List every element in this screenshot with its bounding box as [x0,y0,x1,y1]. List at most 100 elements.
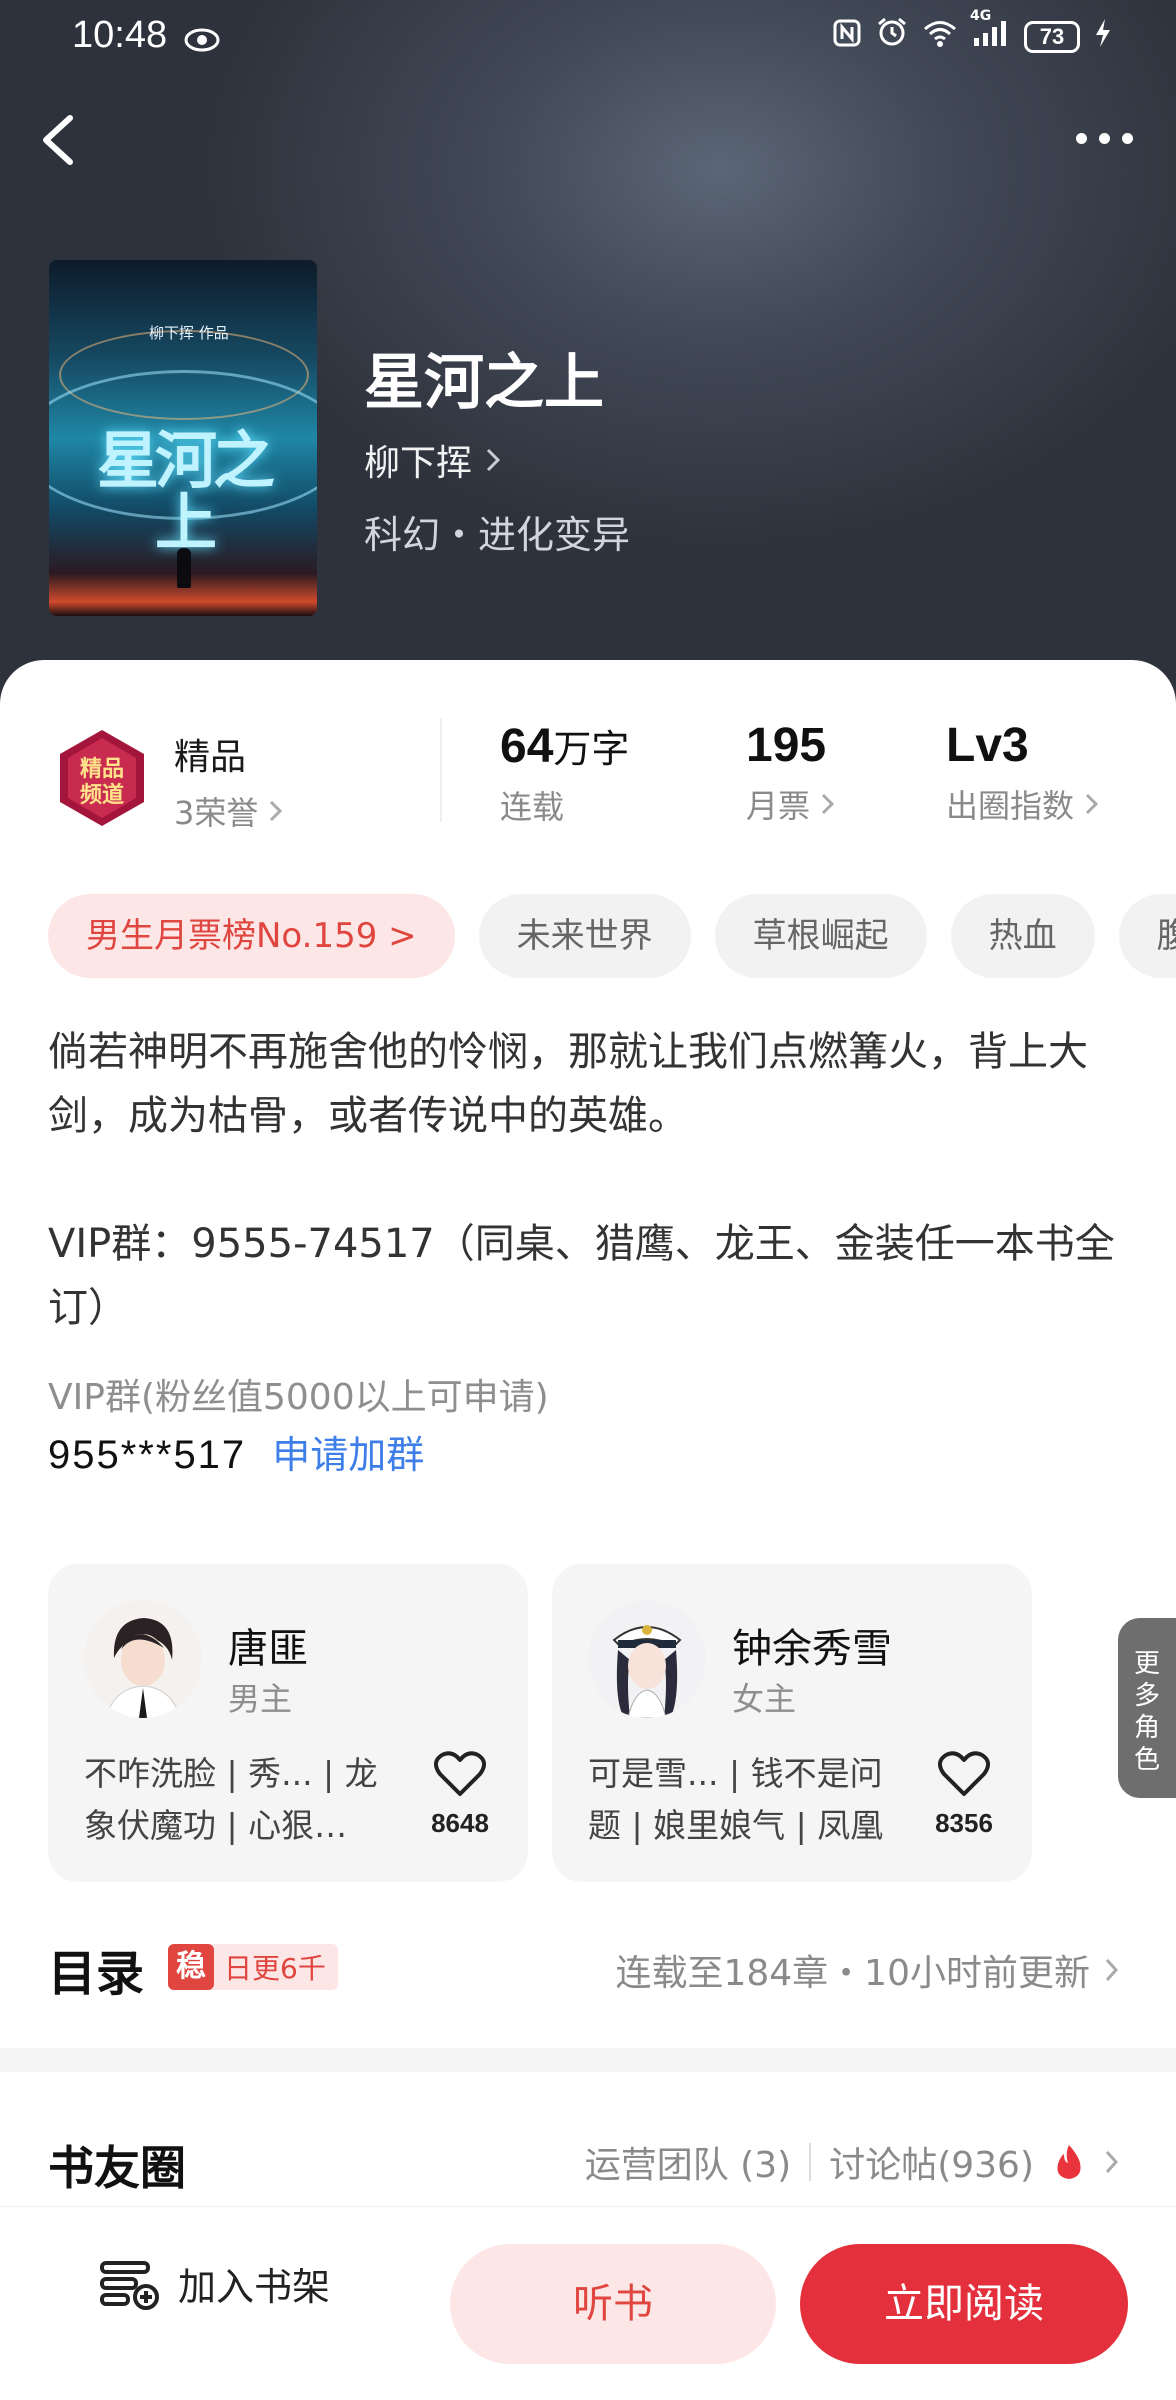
tag-item[interactable]: 腹 [1118,894,1176,978]
like-button[interactable]: 8648 [420,1750,500,1839]
character-name: 唐匪 [228,1626,308,1672]
toc-title[interactable]: 目录 [48,1934,144,2004]
join-group-link[interactable]: 申请加群 [272,1424,424,1479]
level-label: 出圈指数 [946,787,1075,825]
more-options-button[interactable] [1064,118,1144,158]
back-button[interactable] [30,104,94,176]
serial-status: 连载 [500,788,565,826]
tag-ranking[interactable]: 男生月票榜No.159 > [48,894,455,978]
level-value: Lv3 [946,719,1029,772]
character-avatar [84,1600,202,1718]
character-avatar [588,1600,706,1718]
description-line: 倘若神明不再施舍他的怜悯，那就让我们点燃篝火，背上大剑，成为枯骨，或者传说中的英… [48,1029,1088,1139]
like-button[interactable]: 8356 [924,1750,1004,1839]
cover-author-text: 柳下挥 作品 [149,324,229,342]
read-now-button[interactable]: 立即阅读 [800,2244,1128,2364]
heart-icon [434,1751,486,1796]
character-card[interactable]: 唐匪 男主 不咋洗脸 | 秀... | 龙象伏魔功 | 心狠… 8648 [48,1564,528,1882]
quality-label: 精品 [174,737,247,778]
honor-count: 3荣誉 [174,794,259,832]
stable-update-mark: 稳 [168,1944,214,1990]
dot-icon [1121,132,1133,144]
word-count-stat: 64万字 连载 [500,718,629,828]
dot-icon [1098,132,1110,144]
like-count: 8648 [431,1808,489,1838]
character-card[interactable]: 钟余秀雪 女主 可是雪... | 钱不是问题 | 娘里娘气 | 凤凰 8356 [552,1564,1032,1882]
status-bar: 10:48 4G 73 [0,0,1176,70]
operation-team[interactable]: 运营团队 (3) [585,2136,791,2188]
chevron-right-icon [1105,2150,1119,2174]
author-link[interactable]: 柳下挥 [364,434,502,486]
popularity-level-stat[interactable]: Lv3 出圈指数 [946,718,1100,827]
description-line: VIP群：9555-74517（同桌、猎鹰、龙王、金装任一本书全订） [48,1221,1115,1331]
tag-list: 男生月票榜No.159 > 未来世界 草根崛起 热血 腹 [48,894,1176,978]
tag-item[interactable]: 草根崛起 [714,894,927,978]
add-to-shelf-label: 加入书架 [178,2265,331,2309]
network-type: 4G [970,8,992,24]
more-characters-label: 更 [1133,1649,1160,1679]
chevron-right-icon [270,800,283,822]
update-badge: 稳 日更6千 [168,1944,338,1990]
like-count: 8356 [935,1808,993,1838]
section-divider [0,2048,1176,2072]
discussion-posts[interactable]: 讨论帖(936) [829,2136,1034,2188]
word-count-unit: 万字 [553,727,630,771]
add-bookshelf-icon [100,2260,159,2310]
toc-update-info: 连载至184章・10小时前更新 [615,1953,1090,1994]
book-club-link[interactable]: 运营团队 (3) 讨论帖(936) [585,2136,1120,2188]
wifi-icon [922,16,958,57]
monthly-ticket-label: 月票 [746,787,811,825]
book-club-title: 书友圈 [48,2141,186,2195]
svg-text:精品: 精品 [80,756,124,782]
character-name: 钟余秀雪 [732,1626,892,1672]
status-time: 10:48 [72,14,168,56]
alarm-icon [876,16,908,57]
tag-item[interactable]: 热血 [950,894,1095,978]
book-genre: 科幻・进化变异 [364,513,631,557]
eye-icon [184,20,220,61]
chevron-left-icon [43,115,73,165]
charging-icon [1094,16,1112,57]
dot-icon [1075,132,1087,144]
character-traits: 不咋洗脸 | 秀... | 龙象伏魔功 | 心狠… [84,1754,378,1845]
book-description[interactable]: 倘若神明不再施舍他的怜悯，那就让我们点燃篝火，背上大剑，成为枯骨，或者传说中的英… [48,1020,1128,1340]
svg-text:频道: 频道 [80,782,124,808]
word-count-value: 64 [500,720,554,773]
cover-title-text: 星河之上 [96,424,275,559]
vip-group-note: VIP群(粉丝值5000以上可申请) [48,1377,549,1418]
more-characters-label: 多 [1133,1681,1160,1711]
chevron-right-icon [486,448,501,472]
signal-icon: 4G [970,8,1010,57]
status-icons: 4G 73 [832,8,1112,57]
monthly-ticket-stat[interactable]: 195 月票 [746,718,836,827]
battery-indicator: 73 [1024,20,1080,53]
more-characters-label: 色 [1133,1745,1160,1775]
book-title: 星河之上 [364,348,604,418]
vip-group-number: 955***517 [48,1433,247,1477]
quality-stat[interactable]: 精品 3荣誉 [174,728,284,834]
tag-item[interactable]: 未来世界 [478,894,691,978]
chevron-right-icon [1105,1958,1119,1982]
divider [440,718,442,822]
divider [809,2143,812,2181]
character-role: 男主 [228,1680,293,1718]
vip-group-row: 955***517 申请加群 [48,1424,424,1479]
more-characters-button[interactable]: 更 多 角 色 [1118,1618,1176,1798]
fire-icon [1057,2145,1081,2179]
author-name: 柳下挥 [364,443,473,484]
book-cover[interactable]: 柳下挥 作品 星河之上 [49,260,317,616]
cover-figure [177,548,191,588]
update-badge-text: 日更6千 [224,1952,326,1985]
chevron-right-icon [821,793,835,815]
chevron-right-icon [1085,793,1099,815]
nfc-icon [832,16,862,57]
monthly-ticket-value: 195 [746,719,827,772]
add-to-shelf-button[interactable]: 加入书架 [98,2256,330,2311]
character-traits: 可是雪... | 钱不是问题 | 娘里娘气 | 凤凰 [588,1754,884,1845]
listen-button[interactable]: 听书 [450,2244,776,2364]
premium-badge-icon: 精品 频道 [50,726,154,830]
more-characters-label: 角 [1133,1713,1160,1743]
character-role: 女主 [732,1680,797,1718]
heart-icon [938,1751,990,1796]
toc-link[interactable]: 连载至184章・10小时前更新 [615,1944,1120,1996]
